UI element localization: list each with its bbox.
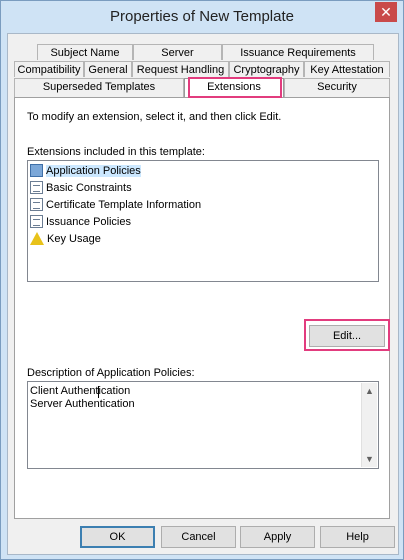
close-button[interactable]: ✕ bbox=[375, 2, 397, 22]
description-line-1: Client Authentication bbox=[30, 385, 131, 397]
close-icon: ✕ bbox=[380, 4, 392, 20]
tab-general[interactable]: General bbox=[84, 61, 132, 77]
tab-key-attestation[interactable]: Key Attestation bbox=[304, 61, 390, 77]
tab-server[interactable]: Server bbox=[133, 44, 222, 60]
dialog-body: Subject Name Server Issuance Requirement… bbox=[7, 33, 399, 555]
description-textbox[interactable]: Client Authentication Server Authenticat… bbox=[27, 381, 379, 469]
extensions-panel: To modify an extension, select it, and t… bbox=[14, 97, 390, 519]
list-item-key-usage[interactable]: Key Usage bbox=[30, 231, 101, 248]
instruction-text: To modify an extension, select it, and t… bbox=[27, 111, 282, 123]
certificate-doc-icon bbox=[30, 214, 43, 228]
tab-issuance-requirements[interactable]: Issuance Requirements bbox=[222, 44, 374, 60]
scroll-down-icon[interactable]: ▼ bbox=[362, 451, 377, 467]
dialog-title: Properties of New Template bbox=[110, 8, 294, 25]
cancel-button[interactable]: Cancel bbox=[161, 526, 236, 548]
tab-security[interactable]: Security bbox=[284, 78, 390, 97]
tab-cryptography[interactable]: Cryptography bbox=[229, 61, 304, 77]
tab-request-handling[interactable]: Request Handling bbox=[132, 61, 229, 77]
list-item-basic-constraints[interactable]: Basic Constraints bbox=[30, 180, 132, 197]
warning-key-icon bbox=[30, 231, 44, 245]
tab-extensions[interactable]: Extensions bbox=[184, 78, 284, 97]
apply-button[interactable]: Apply bbox=[240, 526, 315, 548]
properties-dialog: Properties of New Template ✕ Subject Nam… bbox=[0, 0, 404, 560]
list-item-issuance-policies[interactable]: Issuance Policies bbox=[30, 214, 131, 231]
description-line-2: Server Authentication bbox=[30, 398, 135, 410]
title-bar[interactable]: Properties of New Template ✕ bbox=[1, 1, 403, 33]
certificate-doc-icon bbox=[30, 180, 43, 194]
description-label: Description of Application Policies: bbox=[27, 367, 195, 379]
extensions-list[interactable]: Application Policies Basic Constraints C… bbox=[27, 160, 379, 282]
tab-subject-name[interactable]: Subject Name bbox=[37, 44, 133, 60]
help-button[interactable]: Help bbox=[320, 526, 395, 548]
scroll-up-icon[interactable]: ▲ bbox=[362, 383, 377, 399]
extensions-label: Extensions included in this template: bbox=[27, 146, 205, 158]
text-cursor bbox=[98, 386, 99, 398]
tab-superseded-templates[interactable]: Superseded Templates bbox=[14, 78, 184, 97]
certificate-doc-icon bbox=[30, 197, 43, 211]
tab-compatibility[interactable]: Compatibility bbox=[14, 61, 84, 77]
description-scrollbar[interactable]: ▲ ▼ bbox=[361, 383, 377, 467]
ok-button[interactable]: OK bbox=[80, 526, 155, 548]
list-item-application-policies[interactable]: Application Policies bbox=[30, 163, 141, 180]
edit-button[interactable]: Edit... bbox=[309, 325, 385, 347]
list-item-certificate-template-information[interactable]: Certificate Template Information bbox=[30, 197, 201, 214]
application-policy-icon bbox=[30, 163, 43, 177]
